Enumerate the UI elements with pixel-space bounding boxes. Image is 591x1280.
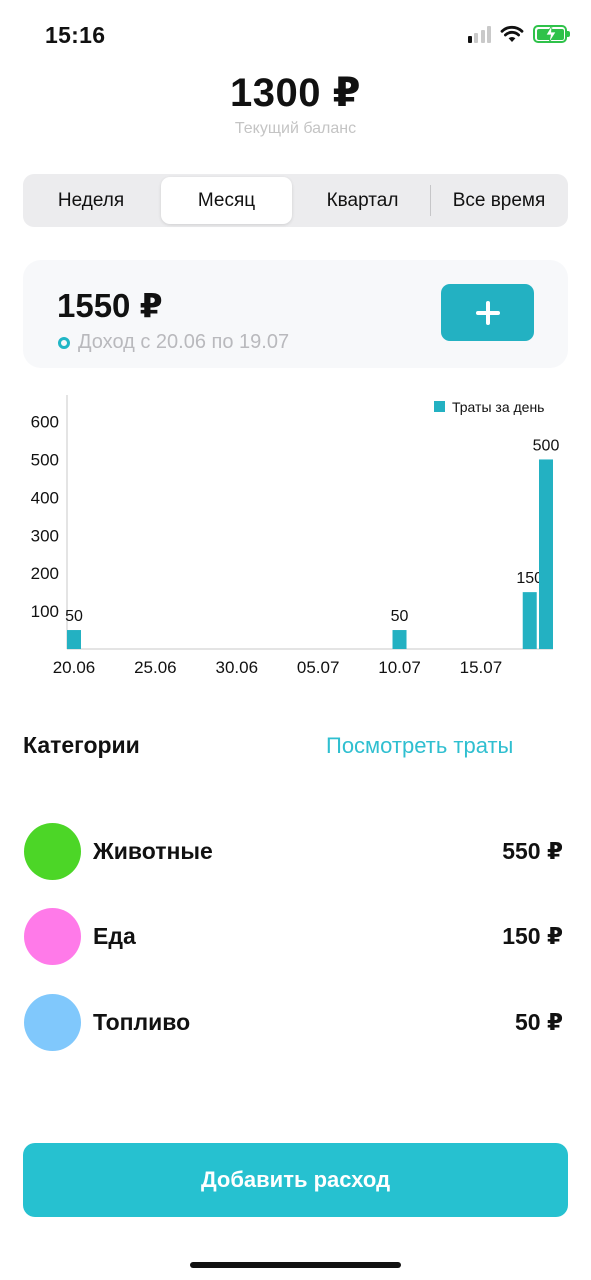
chart-bar [67, 630, 81, 649]
chart-bar [392, 630, 407, 649]
income-amount: 1550 ₽ [57, 287, 163, 324]
category-row-animals[interactable]: Животные 550 ₽ [23, 823, 568, 883]
x-tick-label: 05.07 [297, 658, 340, 677]
x-tick-label: 10.07 [378, 658, 421, 677]
y-tick-label: 500 [31, 450, 59, 469]
segment-divider [430, 185, 431, 216]
bar-value-label: 50 [391, 608, 409, 625]
y-tick-label: 600 [31, 413, 59, 432]
status-bar: 15:16 [0, 0, 591, 70]
y-tick-label: 400 [31, 488, 59, 507]
x-tick-label: 25.06 [134, 658, 177, 677]
category-name: Топливо [93, 1009, 191, 1035]
add-income-button[interactable] [441, 284, 534, 341]
category-row-fuel[interactable]: Топливо 50 ₽ [23, 994, 568, 1054]
y-tick-label: 200 [31, 564, 59, 583]
category-amount: 150 ₽ [502, 923, 563, 949]
legend-label: Траты за день [452, 399, 544, 415]
status-icons [467, 25, 570, 43]
x-tick-label: 20.06 [53, 658, 96, 677]
home-indicator [190, 1262, 401, 1268]
y-tick-label: 300 [31, 526, 59, 545]
view-expenses-link[interactable]: Посмотреть траты [326, 733, 513, 759]
category-color-dot [24, 994, 81, 1051]
status-time: 15:16 [45, 22, 106, 48]
category-name: Животные [93, 838, 213, 864]
bar-value-label: 500 [533, 437, 560, 454]
y-tick-label: 100 [31, 602, 59, 621]
tab-quarter[interactable]: Квартал [297, 177, 428, 224]
daily-expenses-chart: 100 200 300 400 500 600 20.06 25.06 30.06 05.07 10… [0, 385, 591, 685]
tab-week[interactable]: Неделя [26, 177, 156, 224]
chart-bar [522, 592, 537, 649]
category-color-dot [24, 823, 81, 880]
category-amount: 50 ₽ [515, 1009, 563, 1035]
income-period-text: Доход с 20.06 по 19.07 [78, 331, 290, 353]
chart-canvas: 100 200 300 400 500 600 20.06 25.06 30.06 05.07 10… [31, 395, 560, 677]
category-row-food[interactable]: Еда 150 ₽ [23, 908, 568, 968]
current-balance-amount: 1300 ₽ [230, 71, 361, 115]
current-balance-caption: Текущий баланс [234, 120, 357, 137]
period-segmented-control: Неделя Месяц Квартал Все время [23, 174, 568, 227]
category-amount: 550 ₽ [502, 838, 563, 864]
tab-month[interactable]: Месяц [161, 177, 292, 224]
tab-all-time[interactable]: Все время [433, 177, 565, 224]
cellular-signal-icon [467, 25, 491, 43]
bar-value-label: 50 [65, 608, 83, 625]
category-color-dot [24, 908, 81, 965]
category-name: Еда [93, 923, 136, 949]
legend-swatch [434, 401, 445, 412]
x-tick-label: 15.07 [460, 658, 503, 677]
x-tick-label: 30.06 [215, 658, 258, 677]
plus-icon [475, 300, 500, 325]
chart-bar [539, 459, 553, 649]
add-expense-button[interactable]: Добавить расход [23, 1143, 568, 1217]
income-caption: Доход с 20.06 по 19.07 [58, 331, 289, 354]
income-card: 1550 ₽ Доход с 20.06 по 19.07 [23, 260, 568, 368]
categories-title: Категории [23, 732, 140, 758]
app-screen: 15:16 1300 ₽ Текущий баланс Неделя Месяц… [0, 0, 591, 1280]
wifi-icon [500, 25, 524, 42]
income-indicator-icon [58, 336, 70, 349]
battery-charging-icon [533, 25, 570, 43]
